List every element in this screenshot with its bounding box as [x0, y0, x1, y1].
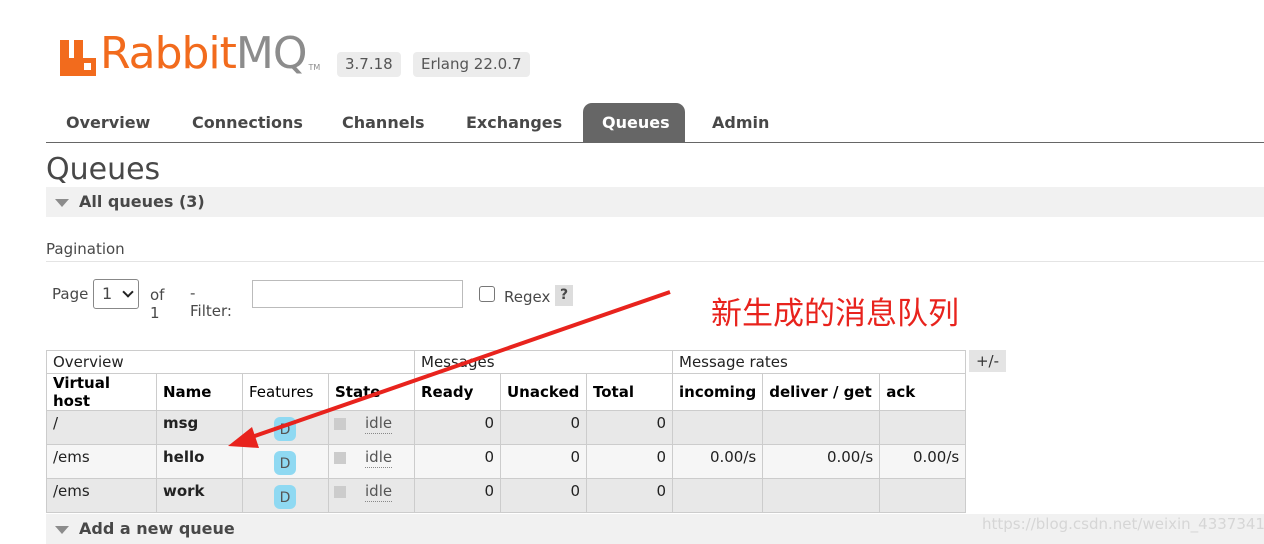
watermark: https://blog.csdn.net/weixin_43373417 — [982, 515, 1264, 533]
annotation-arrow-icon — [228, 290, 671, 448]
annotation-text: 新生成的消息队列 — [711, 296, 959, 332]
